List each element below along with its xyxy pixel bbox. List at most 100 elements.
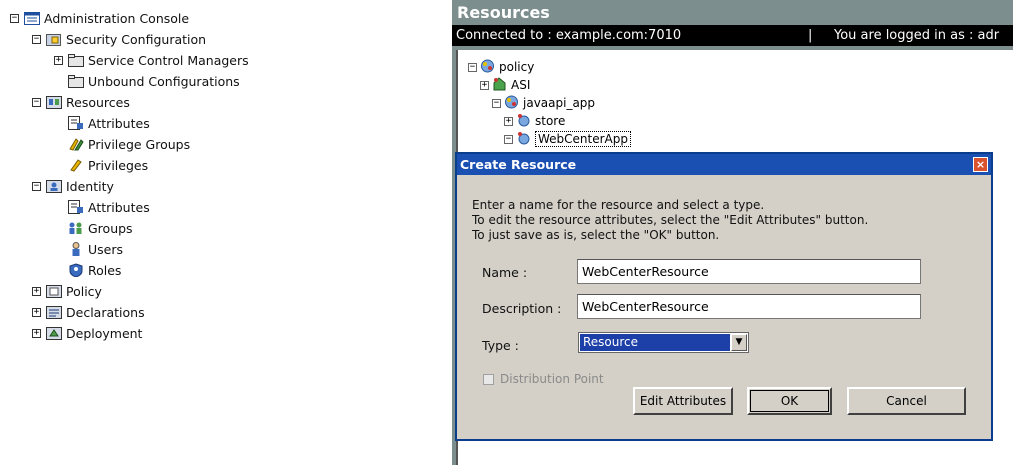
tree-item-deployment[interactable]: + Deployment <box>32 323 142 343</box>
description-label: Description : <box>482 301 562 316</box>
expand-icon[interactable]: + <box>54 55 63 65</box>
tree-item-label: Attributes <box>88 199 150 215</box>
expand-icon[interactable]: + <box>504 116 513 126</box>
tree-item-users[interactable]: Users <box>68 239 123 259</box>
close-icon[interactable]: × <box>973 157 988 172</box>
connection-status-bar: Connected to : example.com:7010 | You ar… <box>452 25 1013 46</box>
type-selected-value: Resource <box>580 334 730 351</box>
node-label: ASI <box>511 78 531 92</box>
expand-icon[interactable]: + <box>32 307 41 317</box>
tree-item-label: Attributes <box>88 115 150 131</box>
create-resource-dialog: Create Resource × Enter a name for the r… <box>455 152 993 441</box>
name-label: Name : <box>482 265 528 280</box>
collapse-icon[interactable]: − <box>492 98 501 108</box>
resource-node-icon <box>492 76 507 94</box>
collapse-icon[interactable]: − <box>32 97 41 107</box>
policy-node-icon <box>504 95 519 112</box>
resource-node-icon <box>516 131 531 148</box>
policy-node-icon <box>480 59 495 76</box>
tree-item-label: Privileges <box>88 157 149 173</box>
tree-item-identity[interactable]: − Identity <box>32 176 114 196</box>
tree-item-administration-console[interactable]: − Administration Console <box>10 8 189 28</box>
tree-item-identity-attributes[interactable]: Attributes <box>68 197 150 217</box>
collapse-icon[interactable]: − <box>32 34 41 44</box>
tree-item-resource-attributes[interactable]: Attributes <box>68 113 150 133</box>
deployment-icon <box>46 326 62 340</box>
tree-item-label: Deployment <box>66 325 143 341</box>
dialog-title-bar[interactable]: Create Resource <box>457 154 991 175</box>
declarations-icon <box>46 305 62 319</box>
checkbox-box[interactable] <box>483 373 494 385</box>
policy-icon <box>46 284 62 298</box>
node-label: WebCenterApp <box>535 131 631 147</box>
collapse-icon[interactable]: − <box>32 181 41 191</box>
attributes-icon <box>68 200 84 214</box>
resource-node-webcenterapp[interactable]: − WebCenterApp <box>504 130 631 148</box>
admin-console-tree: − Administration Console − Security Conf… <box>0 0 440 465</box>
attributes-icon <box>68 116 84 130</box>
tree-item-privilege-groups[interactable]: Privilege Groups <box>68 134 190 154</box>
groups-icon <box>68 221 84 235</box>
collapse-icon[interactable]: − <box>468 62 477 72</box>
dropdown-arrow-icon[interactable]: ▼ <box>731 334 747 351</box>
cancel-button[interactable]: Cancel <box>847 387 966 415</box>
type-label: Type : <box>482 338 519 353</box>
logged-in-text: You are logged in as : adr <box>834 28 1000 43</box>
resource-node-icon <box>516 113 531 130</box>
folder-icon <box>68 74 84 88</box>
roles-icon <box>68 263 84 277</box>
tree-item-label: Users <box>88 241 124 257</box>
connected-to-text: Connected to : example.com:7010 <box>456 28 682 43</box>
tree-item-label: Unbound Configurations <box>88 73 240 89</box>
console-icon <box>24 11 40 25</box>
tree-item-label: Identity <box>66 178 114 194</box>
tree-item-label: Declarations <box>66 304 145 320</box>
resource-node-policy[interactable]: − policy <box>468 58 534 76</box>
tree-item-label: Policy <box>66 283 102 299</box>
tree-item-groups[interactable]: Groups <box>68 218 133 238</box>
node-label: javaapi_app <box>523 96 596 110</box>
type-select[interactable]: Resource ▼ <box>578 332 749 353</box>
tree-item-resources[interactable]: − Resources <box>32 92 130 112</box>
description-field[interactable]: WebCenterResource <box>577 294 921 319</box>
expand-icon[interactable]: + <box>32 328 41 338</box>
dialog-title: Create Resource <box>460 157 577 172</box>
distribution-point-label: Distribution Point <box>500 372 604 386</box>
privilege-groups-icon <box>68 137 84 151</box>
tree-item-declarations[interactable]: + Declarations <box>32 302 145 322</box>
tree-item-label: Administration Console <box>44 10 190 26</box>
instruction-line: To edit the resource attributes, select … <box>472 213 869 227</box>
name-field[interactable]: WebCenterResource <box>577 259 921 284</box>
instruction-line: To just save as is, select the "OK" butt… <box>472 228 720 242</box>
tree-item-roles[interactable]: Roles <box>68 260 121 280</box>
tree-item-security-configuration[interactable]: − Security Configuration <box>32 29 206 49</box>
tree-item-label: Resources <box>66 94 130 110</box>
privileges-icon <box>68 158 84 172</box>
folder-icon <box>68 53 84 67</box>
tree-item-policy[interactable]: + Policy <box>32 281 102 301</box>
tree-item-privileges[interactable]: Privileges <box>68 155 148 175</box>
collapse-icon[interactable]: − <box>504 134 513 144</box>
collapse-icon[interactable]: − <box>10 13 19 23</box>
status-separator: | <box>808 28 813 43</box>
tree-item-label: Security Configuration <box>66 31 207 47</box>
ok-button[interactable]: OK <box>747 387 832 415</box>
resource-node-javaapi-app[interactable]: − javaapi_app <box>492 94 595 112</box>
edit-attributes-button[interactable]: Edit Attributes <box>633 387 733 415</box>
tree-item-unbound-configurations[interactable]: Unbound Configurations <box>68 71 240 91</box>
tree-item-label: Privilege Groups <box>88 136 191 152</box>
node-label: policy <box>499 60 535 74</box>
instruction-line: Enter a name for the resource and select… <box>472 198 765 212</box>
expand-icon[interactable]: + <box>480 80 489 90</box>
expand-icon[interactable]: + <box>32 286 41 296</box>
resources-icon <box>46 95 62 109</box>
resource-node-store[interactable]: + store <box>504 112 565 130</box>
distribution-point-checkbox[interactable]: Distribution Point <box>483 372 604 386</box>
dialog-instructions: Enter a name for the resource and select… <box>472 198 868 243</box>
node-label: store <box>535 114 566 128</box>
window-title: Resources <box>457 3 550 22</box>
tree-item-service-control-managers[interactable]: + Service Control Managers <box>54 50 249 70</box>
security-config-icon <box>46 32 62 46</box>
tree-item-label: Service Control Managers <box>88 52 249 68</box>
resource-node-asi[interactable]: + ASI <box>480 76 530 94</box>
